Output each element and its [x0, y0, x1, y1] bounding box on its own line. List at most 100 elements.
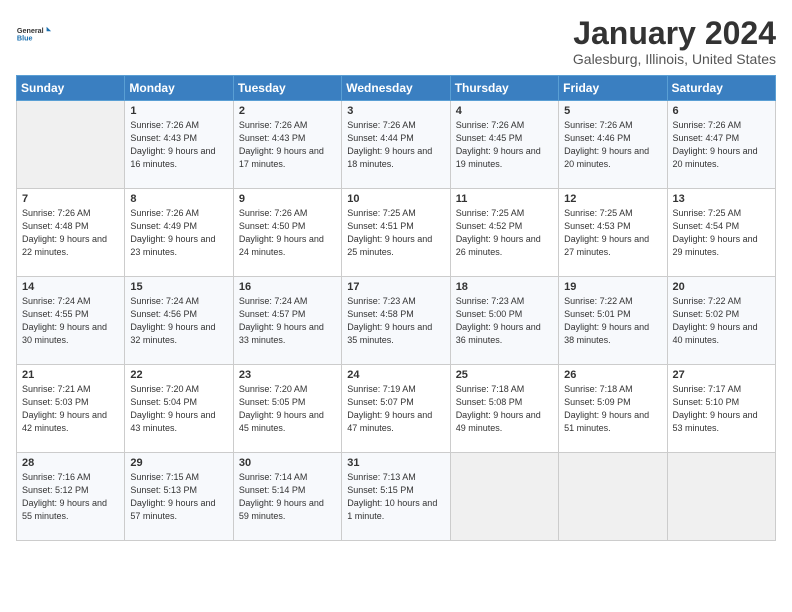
calendar-cell: 3 Sunrise: 7:26 AM Sunset: 4:44 PM Dayli…: [342, 101, 450, 189]
day-info: Sunrise: 7:26 AM Sunset: 4:46 PM Dayligh…: [564, 119, 661, 171]
calendar-cell: 22 Sunrise: 7:20 AM Sunset: 5:04 PM Dayl…: [125, 365, 233, 453]
calendar-cell: 11 Sunrise: 7:25 AM Sunset: 4:52 PM Dayl…: [450, 189, 558, 277]
day-number: 23: [239, 369, 336, 381]
day-number: 27: [673, 369, 770, 381]
day-number: 24: [347, 369, 444, 381]
logo: General Blue: [16, 16, 52, 52]
calendar-cell: 28 Sunrise: 7:16 AM Sunset: 5:12 PM Dayl…: [17, 453, 125, 541]
calendar-cell: 29 Sunrise: 7:15 AM Sunset: 5:13 PM Dayl…: [125, 453, 233, 541]
calendar-cell: 13 Sunrise: 7:25 AM Sunset: 4:54 PM Dayl…: [667, 189, 775, 277]
dow-header: Wednesday: [342, 76, 450, 101]
day-number: 31: [347, 457, 444, 469]
day-number: 29: [130, 457, 227, 469]
day-info: Sunrise: 7:14 AM Sunset: 5:14 PM Dayligh…: [239, 471, 336, 523]
dow-header: Tuesday: [233, 76, 341, 101]
day-info: Sunrise: 7:26 AM Sunset: 4:47 PM Dayligh…: [673, 119, 770, 171]
calendar-cell: [17, 101, 125, 189]
day-number: 14: [22, 281, 119, 293]
calendar-cell: 14 Sunrise: 7:24 AM Sunset: 4:55 PM Dayl…: [17, 277, 125, 365]
dow-header: Monday: [125, 76, 233, 101]
calendar-cell: 26 Sunrise: 7:18 AM Sunset: 5:09 PM Dayl…: [559, 365, 667, 453]
dow-header: Saturday: [667, 76, 775, 101]
day-info: Sunrise: 7:15 AM Sunset: 5:13 PM Dayligh…: [130, 471, 227, 523]
calendar-cell: 25 Sunrise: 7:18 AM Sunset: 5:08 PM Dayl…: [450, 365, 558, 453]
day-info: Sunrise: 7:26 AM Sunset: 4:43 PM Dayligh…: [130, 119, 227, 171]
calendar-cell: [559, 453, 667, 541]
calendar-title: January 2024: [573, 16, 776, 51]
dow-header: Sunday: [17, 76, 125, 101]
calendar-cell: 8 Sunrise: 7:26 AM Sunset: 4:49 PM Dayli…: [125, 189, 233, 277]
day-info: Sunrise: 7:24 AM Sunset: 4:57 PM Dayligh…: [239, 295, 336, 347]
day-number: 1: [130, 105, 227, 117]
day-info: Sunrise: 7:20 AM Sunset: 5:05 PM Dayligh…: [239, 383, 336, 435]
day-number: 20: [673, 281, 770, 293]
day-number: 4: [456, 105, 553, 117]
day-info: Sunrise: 7:25 AM Sunset: 4:53 PM Dayligh…: [564, 207, 661, 259]
logo-svg: General Blue: [16, 16, 52, 52]
day-info: Sunrise: 7:26 AM Sunset: 4:44 PM Dayligh…: [347, 119, 444, 171]
day-number: 12: [564, 193, 661, 205]
calendar-subtitle: Galesburg, Illinois, United States: [573, 51, 776, 67]
day-number: 11: [456, 193, 553, 205]
day-number: 19: [564, 281, 661, 293]
day-number: 7: [22, 193, 119, 205]
svg-text:Blue: Blue: [17, 33, 33, 42]
day-number: 21: [22, 369, 119, 381]
dow-header: Friday: [559, 76, 667, 101]
calendar-cell: 2 Sunrise: 7:26 AM Sunset: 4:43 PM Dayli…: [233, 101, 341, 189]
day-info: Sunrise: 7:25 AM Sunset: 4:54 PM Dayligh…: [673, 207, 770, 259]
day-number: 6: [673, 105, 770, 117]
calendar-cell: 18 Sunrise: 7:23 AM Sunset: 5:00 PM Dayl…: [450, 277, 558, 365]
calendar-cell: 17 Sunrise: 7:23 AM Sunset: 4:58 PM Dayl…: [342, 277, 450, 365]
day-info: Sunrise: 7:26 AM Sunset: 4:50 PM Dayligh…: [239, 207, 336, 259]
day-info: Sunrise: 7:24 AM Sunset: 4:55 PM Dayligh…: [22, 295, 119, 347]
day-info: Sunrise: 7:18 AM Sunset: 5:09 PM Dayligh…: [564, 383, 661, 435]
calendar-cell: [667, 453, 775, 541]
day-number: 17: [347, 281, 444, 293]
day-info: Sunrise: 7:26 AM Sunset: 4:43 PM Dayligh…: [239, 119, 336, 171]
day-info: Sunrise: 7:13 AM Sunset: 5:15 PM Dayligh…: [347, 471, 444, 523]
calendar-cell: 6 Sunrise: 7:26 AM Sunset: 4:47 PM Dayli…: [667, 101, 775, 189]
title-block: January 2024 Galesburg, Illinois, United…: [573, 16, 776, 67]
day-info: Sunrise: 7:26 AM Sunset: 4:48 PM Dayligh…: [22, 207, 119, 259]
calendar-cell: 31 Sunrise: 7:13 AM Sunset: 5:15 PM Dayl…: [342, 453, 450, 541]
calendar-cell: 24 Sunrise: 7:19 AM Sunset: 5:07 PM Dayl…: [342, 365, 450, 453]
day-number: 8: [130, 193, 227, 205]
day-number: 3: [347, 105, 444, 117]
calendar-cell: 4 Sunrise: 7:26 AM Sunset: 4:45 PM Dayli…: [450, 101, 558, 189]
calendar-cell: 30 Sunrise: 7:14 AM Sunset: 5:14 PM Dayl…: [233, 453, 341, 541]
day-number: 30: [239, 457, 336, 469]
day-info: Sunrise: 7:26 AM Sunset: 4:45 PM Dayligh…: [456, 119, 553, 171]
day-info: Sunrise: 7:25 AM Sunset: 4:51 PM Dayligh…: [347, 207, 444, 259]
day-number: 15: [130, 281, 227, 293]
calendar-cell: 9 Sunrise: 7:26 AM Sunset: 4:50 PM Dayli…: [233, 189, 341, 277]
dow-header: Thursday: [450, 76, 558, 101]
day-info: Sunrise: 7:23 AM Sunset: 4:58 PM Dayligh…: [347, 295, 444, 347]
day-number: 2: [239, 105, 336, 117]
day-info: Sunrise: 7:22 AM Sunset: 5:02 PM Dayligh…: [673, 295, 770, 347]
calendar-cell: 21 Sunrise: 7:21 AM Sunset: 5:03 PM Dayl…: [17, 365, 125, 453]
day-info: Sunrise: 7:18 AM Sunset: 5:08 PM Dayligh…: [456, 383, 553, 435]
day-number: 5: [564, 105, 661, 117]
day-info: Sunrise: 7:23 AM Sunset: 5:00 PM Dayligh…: [456, 295, 553, 347]
day-number: 16: [239, 281, 336, 293]
calendar-cell: 20 Sunrise: 7:22 AM Sunset: 5:02 PM Dayl…: [667, 277, 775, 365]
calendar-cell: 10 Sunrise: 7:25 AM Sunset: 4:51 PM Dayl…: [342, 189, 450, 277]
day-number: 22: [130, 369, 227, 381]
day-number: 13: [673, 193, 770, 205]
day-number: 10: [347, 193, 444, 205]
calendar-table: SundayMondayTuesdayWednesdayThursdayFrid…: [16, 75, 776, 541]
day-info: Sunrise: 7:19 AM Sunset: 5:07 PM Dayligh…: [347, 383, 444, 435]
day-info: Sunrise: 7:26 AM Sunset: 4:49 PM Dayligh…: [130, 207, 227, 259]
day-info: Sunrise: 7:21 AM Sunset: 5:03 PM Dayligh…: [22, 383, 119, 435]
calendar-cell: 15 Sunrise: 7:24 AM Sunset: 4:56 PM Dayl…: [125, 277, 233, 365]
calendar-cell: 23 Sunrise: 7:20 AM Sunset: 5:05 PM Dayl…: [233, 365, 341, 453]
day-info: Sunrise: 7:20 AM Sunset: 5:04 PM Dayligh…: [130, 383, 227, 435]
calendar-cell: 5 Sunrise: 7:26 AM Sunset: 4:46 PM Dayli…: [559, 101, 667, 189]
day-info: Sunrise: 7:25 AM Sunset: 4:52 PM Dayligh…: [456, 207, 553, 259]
calendar-cell: [450, 453, 558, 541]
day-number: 28: [22, 457, 119, 469]
page: General Blue January 2024 Galesburg, Ill…: [0, 0, 792, 612]
calendar-cell: 19 Sunrise: 7:22 AM Sunset: 5:01 PM Dayl…: [559, 277, 667, 365]
calendar-cell: 16 Sunrise: 7:24 AM Sunset: 4:57 PM Dayl…: [233, 277, 341, 365]
